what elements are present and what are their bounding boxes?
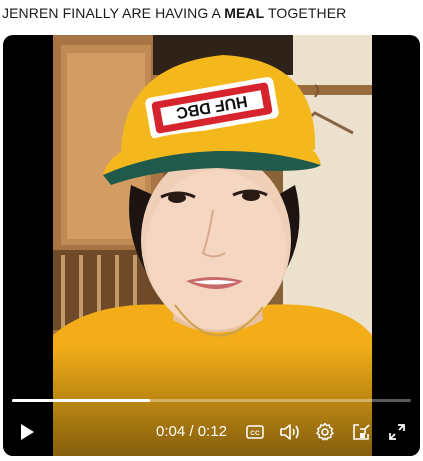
caption-part-bold: MEAL [224, 5, 265, 21]
volume-button[interactable] [278, 420, 302, 444]
miniplayer-button[interactable] [350, 420, 372, 444]
fullscreen-button[interactable] [386, 420, 408, 444]
video-player[interactable]: HUF DBC 0:04 / 0:12 CC [3, 35, 420, 456]
svg-text:CC: CC [250, 430, 260, 437]
time-separator: / [185, 423, 198, 440]
play-icon [21, 424, 34, 440]
miniplayer-icon [353, 424, 370, 440]
fullscreen-icon [389, 424, 405, 440]
captions-button[interactable]: CC [244, 420, 266, 444]
progress-fill [12, 399, 150, 402]
progress-bar[interactable] [12, 399, 411, 402]
time-display: 0:04 / 0:12 [156, 423, 227, 440]
closed-captions-icon: CC [246, 425, 264, 439]
duration: 0:12 [197, 423, 227, 440]
gear-icon [316, 422, 334, 441]
volume-icon [280, 424, 299, 440]
settings-button[interactable] [314, 420, 336, 444]
post-caption: JENREN FINALLY ARE HAVING A MEAL TOGETHE… [2, 5, 346, 21]
caption-part: TOGETHER [264, 5, 347, 21]
current-time: 0:04 [156, 423, 186, 440]
caption-part: JENREN FINALLY ARE HAVING A [2, 5, 225, 21]
play-button[interactable] [14, 420, 40, 444]
